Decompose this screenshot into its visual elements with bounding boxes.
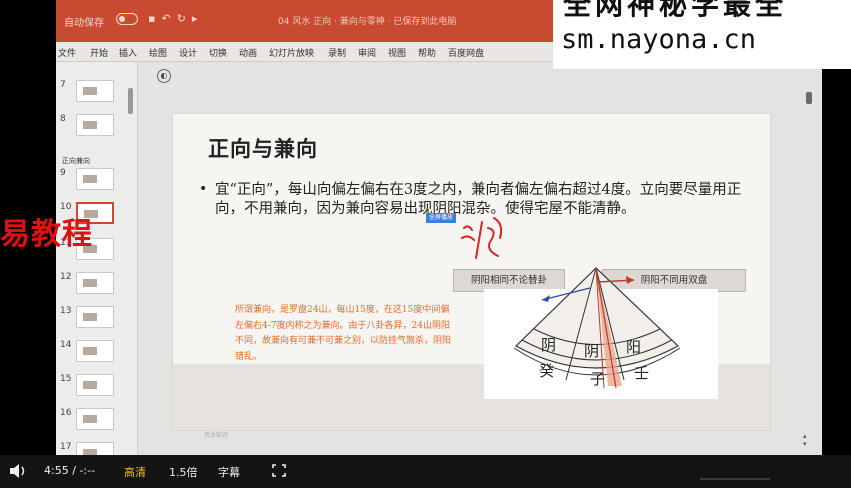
screen: 自动保存 ▪↶↻▸ 04 风水 正向 · 兼向与零神 · 已保存到此电脑 文件 …	[0, 0, 851, 488]
slide-thumbnail[interactable]	[76, 168, 114, 190]
diagram-label: 壬	[634, 364, 649, 382]
time-current: 4:55	[44, 464, 69, 477]
undo-icon[interactable]: ↶	[161, 12, 176, 25]
autosave-label: 自动保存	[64, 18, 104, 29]
tab-draw[interactable]: 绘图	[149, 46, 167, 59]
fullscreen-icon[interactable]	[272, 464, 286, 477]
document-title: 04 风水 正向 · 兼向与零神 · 已保存到此电脑	[278, 17, 457, 27]
slide-footer: 风水知识	[204, 432, 229, 439]
thumb-number: 7	[60, 80, 66, 90]
diagram-label: 阴	[584, 342, 599, 360]
watermark-panel: 全网神秘学最全 sm.nayona.cn	[553, 0, 851, 69]
tab-review[interactable]: 审阅	[358, 46, 376, 59]
tab-help[interactable]: 帮助	[418, 46, 436, 59]
slide-thumbnail[interactable]	[76, 340, 114, 362]
diagram-label: 阳	[626, 338, 641, 356]
tab-slideshow[interactable]: 幻灯片放映	[269, 46, 314, 59]
tab-view[interactable]: 视图	[388, 46, 406, 59]
tab-transitions[interactable]: 切换	[209, 46, 227, 59]
slide-thumbnail[interactable]	[76, 408, 114, 430]
thumb-number: 14	[60, 340, 72, 350]
quick-access-toolbar[interactable]: ▪↶↻▸	[148, 12, 203, 25]
present-icon[interactable]: ▸	[192, 12, 204, 25]
thumb-number: 12	[60, 272, 72, 282]
pen-annotation-icon	[461, 217, 503, 259]
tab-insert[interactable]: 插入	[119, 46, 137, 59]
time-total: -:--	[79, 464, 96, 477]
time-separator: /	[72, 464, 76, 477]
playback-time: 4:55 / -:--	[44, 464, 95, 477]
thumb-number: 15	[60, 374, 72, 384]
slide-thumbnail[interactable]	[76, 374, 114, 396]
slide-thumbnail[interactable]	[76, 442, 114, 455]
volume-icon[interactable]	[9, 463, 27, 479]
thumb-number: 8	[60, 114, 66, 124]
slide-thumbnail[interactable]	[76, 306, 114, 328]
speed-button[interactable]: 1.5倍	[169, 464, 198, 480]
layout-options-icon[interactable]: ◐	[157, 69, 171, 83]
thumb-number: 16	[60, 408, 72, 418]
tab-baidu-netdisk[interactable]: 百度网盘	[448, 46, 484, 59]
slide-thumbnail[interactable]	[76, 80, 114, 102]
tab-record[interactable]: 录制	[328, 46, 346, 59]
thumbnail-scrollbar[interactable]	[128, 88, 133, 114]
thumb-number: 13	[60, 306, 72, 316]
zoom-slider-ghost	[700, 478, 770, 480]
slide-thumbnail[interactable]	[76, 114, 114, 136]
redo-icon[interactable]: ↻	[177, 12, 192, 25]
watermark-top-text: 全网神秘学最全	[563, 0, 788, 21]
tab-animations[interactable]: 动画	[239, 46, 257, 59]
diagram-label: 子	[590, 370, 605, 388]
tab-home[interactable]: 开始	[90, 46, 108, 59]
thumb-number: 9	[60, 168, 66, 178]
slide-thumbnail-pane[interactable]: 7 8 正向兼向 9 10 11 12 13 14 15 16 17	[56, 62, 138, 455]
section-label[interactable]: 正向兼向	[62, 156, 90, 166]
tab-design[interactable]: 设计	[179, 46, 197, 59]
selection-tag: 全屏播放	[426, 213, 457, 223]
slide-title[interactable]: 正向与兼向	[208, 133, 318, 163]
scroll-arrows-icon[interactable]: ▴ ▾	[803, 432, 807, 448]
overlay-brand-text: 易教程	[0, 217, 93, 252]
tab-file[interactable]: 文件	[58, 46, 76, 59]
autosave-toggle[interactable]	[116, 13, 138, 25]
compass-sector-diagram[interactable]: 阴 阴 阳 癸 子 壬	[484, 262, 718, 400]
quality-button[interactable]: 高清	[124, 464, 146, 480]
diagram-label: 癸	[539, 362, 554, 380]
save-icon[interactable]: ▪	[148, 12, 161, 25]
thumb-number: 17	[60, 442, 72, 452]
diagram-label: 阴	[541, 336, 556, 354]
slide-thumbnail[interactable]	[76, 272, 114, 294]
subtitle-button[interactable]: 字幕	[218, 464, 240, 480]
watermark-url: sm.nayona.cn	[561, 24, 757, 55]
editor-scrollbar[interactable]	[806, 92, 812, 104]
slide-note-text[interactable]: 所谓兼向，是罗盘24山，每山15度，在这15度中间偏左偏右4-7度内称之为兼向。…	[235, 303, 455, 365]
